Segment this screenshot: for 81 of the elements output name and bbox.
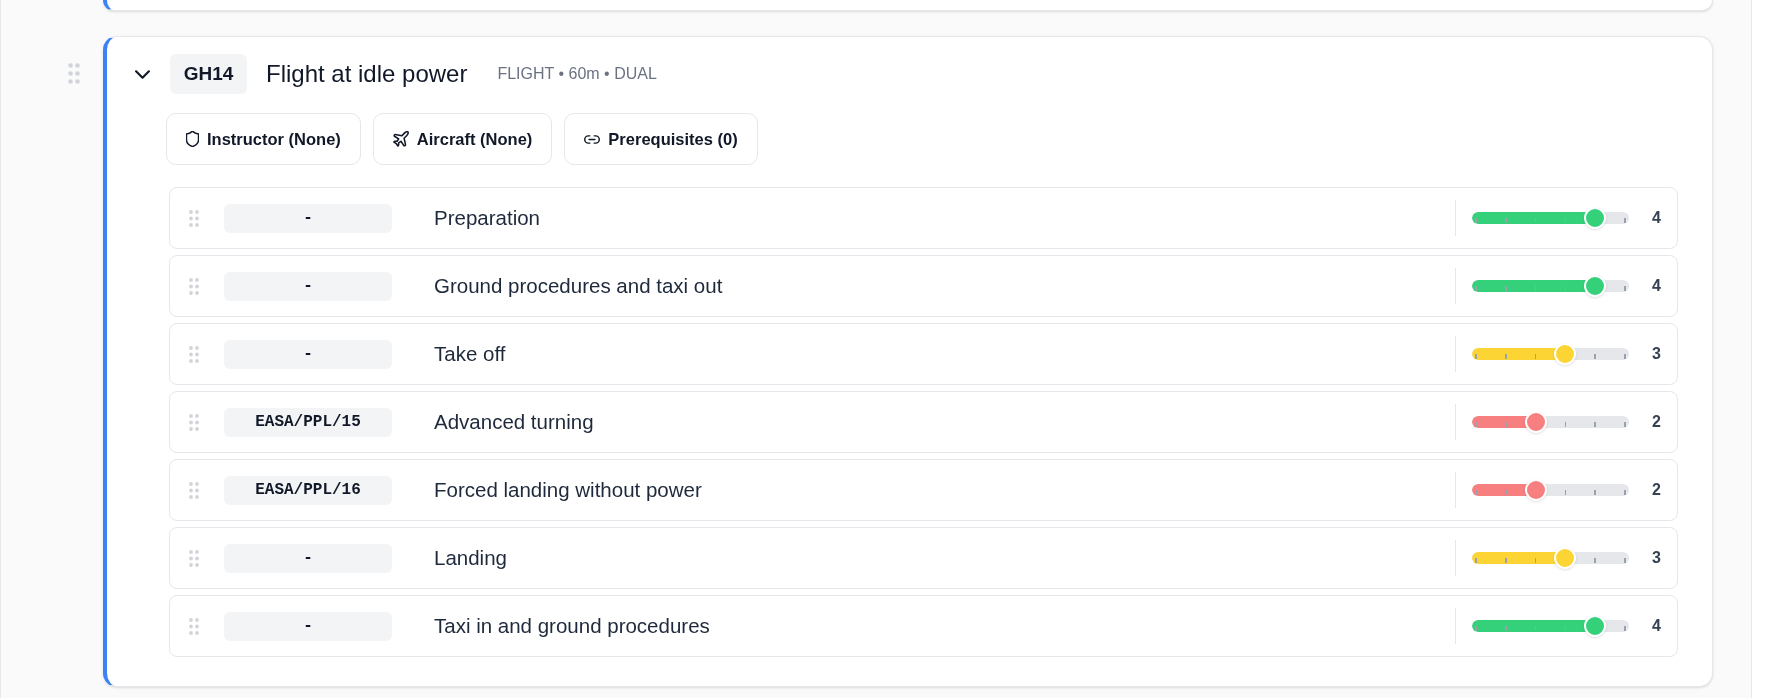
tick-mark [1624, 354, 1626, 359]
tick-mark [1534, 354, 1537, 359]
skill-name: Advanced turning [434, 408, 595, 435]
tick-mark [1624, 626, 1626, 631]
rating-value: 2 [1652, 480, 1662, 500]
skill-name: Taxi in and ground procedures [434, 612, 711, 639]
reference-code: - [224, 611, 392, 641]
lesson-title: Flight at idle power [266, 59, 468, 89]
reference-code: - [224, 339, 392, 369]
tick-mark [1594, 490, 1596, 495]
slider-thumb[interactable] [1554, 547, 1577, 569]
tick-mark [1505, 558, 1507, 563]
drag-handle-icon[interactable] [189, 617, 199, 635]
tick-mark [1624, 490, 1626, 495]
slider-thumb[interactable] [1524, 479, 1547, 501]
aircraft-button[interactable]: Aircraft (None) [372, 113, 553, 165]
drag-handle-icon[interactable] [189, 209, 199, 227]
tick-mark [1505, 626, 1507, 631]
tick-mark [1534, 218, 1537, 223]
slider-thumb[interactable] [1524, 411, 1547, 433]
tick-mark [1534, 558, 1537, 563]
drag-handle-icon[interactable] [189, 413, 199, 431]
tick-mark [1475, 354, 1477, 359]
tick-mark [1475, 490, 1477, 495]
drag-handle-icon[interactable] [189, 549, 199, 567]
prerequisites-button[interactable]: Prerequisites (0) [564, 113, 758, 165]
shield-icon [186, 131, 199, 147]
reference-code: - [224, 203, 392, 233]
tick-mark [1624, 218, 1626, 223]
tick-mark [1594, 354, 1596, 359]
rating-value: 3 [1652, 344, 1662, 364]
rating-value: 4 [1652, 616, 1662, 636]
plane-icon [392, 131, 409, 147]
tick-mark [1505, 286, 1507, 291]
instructor-button[interactable]: Instructor (None) [166, 113, 361, 165]
lesson-code: GH14 [170, 54, 247, 94]
skill-name: Preparation [434, 204, 541, 231]
rating-value: 2 [1652, 412, 1662, 432]
link-icon [584, 134, 601, 144]
chevron-down-icon[interactable] [135, 69, 150, 79]
drag-handle-icon[interactable] [189, 481, 199, 499]
skill-name: Landing [434, 544, 508, 571]
drag-handle-icon[interactable] [189, 345, 199, 363]
tick-mark [1475, 626, 1477, 631]
skill-name: Take off [434, 340, 507, 367]
reference-code: EASA/PPL/15 [224, 407, 392, 437]
tick-mark [1594, 558, 1596, 563]
tick-mark [1505, 422, 1507, 427]
tick-mark [1505, 354, 1507, 359]
drag-handle-icon[interactable] [189, 277, 199, 295]
slider-thumb[interactable] [1554, 343, 1577, 365]
reference-code: - [224, 271, 392, 301]
tick-mark [1594, 422, 1596, 427]
slider-thumb[interactable] [1584, 207, 1607, 229]
drag-handle-icon[interactable] [68, 63, 80, 84]
slider-thumb[interactable] [1584, 615, 1607, 637]
slider-thumb[interactable] [1584, 275, 1607, 297]
lesson-meta: FLIGHT • 60m • DUAL [497, 64, 657, 84]
tick-mark [1564, 490, 1567, 495]
tick-mark [1505, 490, 1507, 495]
tick-mark [1475, 286, 1477, 291]
skill-name: Ground procedures and taxi out [434, 272, 724, 299]
tick-mark [1564, 626, 1567, 631]
tick-mark [1564, 286, 1567, 291]
tick-mark [1475, 422, 1477, 427]
tick-mark [1564, 218, 1567, 223]
tick-mark [1624, 422, 1626, 427]
tick-mark [1475, 558, 1477, 563]
rating-value: 4 [1652, 208, 1662, 228]
rating-value: 3 [1652, 548, 1662, 568]
tick-mark [1505, 218, 1507, 223]
reference-code: EASA/PPL/16 [224, 475, 392, 505]
tick-mark [1534, 626, 1537, 631]
tick-mark [1624, 286, 1626, 291]
reference-code: - [224, 543, 392, 573]
tick-mark [1534, 286, 1537, 291]
tick-mark [1564, 422, 1567, 427]
skill-name: Forced landing without power [434, 476, 703, 503]
rating-value: 4 [1652, 276, 1662, 296]
tick-mark [1624, 558, 1626, 563]
tick-mark [1475, 218, 1477, 223]
